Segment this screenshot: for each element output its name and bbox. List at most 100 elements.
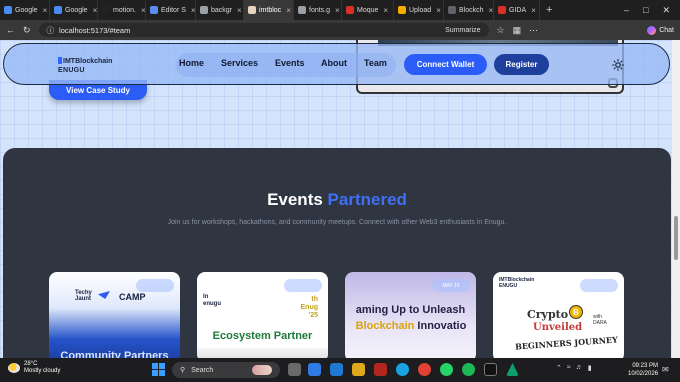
media-app-icon[interactable]: [374, 363, 387, 376]
connect-wallet-button[interactable]: Connect Wallet: [404, 54, 487, 75]
edge-icon[interactable]: [396, 363, 409, 376]
card-caption: Community Partners: [60, 350, 169, 358]
event-card-crypto-unveiled[interactable]: IMTBlockchain ENUGU Crypto B with DARA U…: [493, 272, 624, 358]
browser-tab[interactable]: Google ×: [50, 0, 98, 20]
site-logo[interactable]: IMTBlockchain ENUGU: [58, 57, 112, 75]
weather-widget[interactable]: 28°C Mostly cloudy: [8, 361, 60, 375]
sun-theme-icon[interactable]: [612, 59, 624, 71]
summarize-button[interactable]: Summarize: [445, 27, 480, 34]
browser-tab[interactable]: Blockch ×: [444, 0, 494, 20]
windows-start-icon[interactable]: [152, 363, 165, 376]
browser-tab[interactable]: Moque ×: [342, 0, 394, 20]
vscode-icon[interactable]: [330, 363, 343, 376]
tab-close-icon[interactable]: ×: [93, 6, 97, 15]
event-card-community-partners[interactable]: Techy Jaunt CAMP Community Partners: [49, 272, 180, 358]
address-bar: ← ↻ ⓘ localhost:5173/#team Summarize ☆ ▦…: [0, 20, 680, 40]
tab-close-icon[interactable]: ×: [436, 6, 441, 15]
tab-favicon-icon: [102, 6, 110, 14]
tab-close-icon[interactable]: ×: [191, 6, 195, 15]
tab-label: imtbloc: [259, 6, 282, 14]
plane-icon: [98, 291, 110, 299]
site-info-icon[interactable]: ⓘ: [47, 25, 55, 36]
browser-tab-bar: Google × Google × motion. × Editor S × backgr × im…: [0, 0, 680, 20]
more-icon[interactable]: ⋯: [529, 25, 538, 36]
chat-app-icon[interactable]: [308, 363, 321, 376]
task-view-icon[interactable]: [288, 363, 301, 376]
page-scrollbar[interactable]: [672, 40, 680, 358]
wifi-icon[interactable]: ≈: [567, 364, 571, 372]
battery-icon[interactable]: ▮: [588, 364, 592, 372]
browser-tab[interactable]: fonts.g ×: [294, 0, 342, 20]
spotify-icon[interactable]: [462, 363, 475, 376]
weather-cloud-icon: [8, 363, 20, 373]
url-field[interactable]: ⓘ localhost:5173/#team Summarize: [38, 23, 489, 37]
scrollbar-thumb[interactable]: [674, 216, 678, 260]
search-icon: ⚲: [180, 367, 186, 374]
tab-close-icon[interactable]: ×: [383, 6, 388, 15]
notification-bell-icon[interactable]: ✉: [662, 365, 669, 374]
browser-tab[interactable]: Upload ×: [394, 0, 444, 20]
tab-favicon-icon: [150, 6, 158, 14]
tab-close-icon[interactable]: ×: [489, 6, 493, 15]
taskbar-clock[interactable]: 09:23 PM 10/02/2026: [628, 362, 658, 378]
volume-icon[interactable]: ♬: [576, 364, 583, 372]
new-tab-icon[interactable]: +: [540, 4, 558, 16]
event-card-blockchain-innovation[interactable]: MAY 15 aming Up to Unleash Blockchain In…: [345, 272, 476, 358]
tab-favicon-icon: [346, 6, 354, 14]
tab-close-icon[interactable]: ×: [237, 6, 242, 15]
browser-tab[interactable]: Editor S ×: [146, 0, 196, 20]
tab-close-icon[interactable]: ×: [286, 6, 291, 15]
tab-favicon-icon: [298, 6, 306, 14]
tab-favicon-icon: [4, 6, 12, 14]
star-icon[interactable]: ☆: [497, 25, 505, 36]
date-badge: [284, 279, 322, 292]
site-navbar: IMTBlockchain ENUGU Home Services Events…: [3, 43, 670, 85]
nav-link-team[interactable]: Team: [364, 58, 387, 68]
chat-button[interactable]: Chat: [647, 25, 674, 35]
tab-label: Editor S: [161, 6, 186, 14]
triangle-app-icon[interactable]: [506, 363, 519, 376]
browser-tab[interactable]: backgr ×: [196, 0, 244, 20]
tab-close-icon[interactable]: ×: [43, 6, 48, 15]
tab-label: Upload: [409, 6, 432, 14]
tab-close-icon[interactable]: ×: [335, 6, 340, 15]
browser-tab[interactable]: motion. ×: [98, 0, 146, 20]
chrome-icon[interactable]: [418, 363, 431, 376]
taskbar-search[interactable]: ⚲ Search: [172, 362, 280, 378]
chevron-up-icon[interactable]: ⌃: [556, 364, 562, 372]
nav-link-about[interactable]: About: [321, 58, 347, 68]
maximize-icon[interactable]: □: [643, 5, 648, 16]
chat-label: Chat: [659, 26, 674, 34]
card-caption: Ecosystem Partner: [212, 330, 313, 342]
event-card-ecosystem-partner[interactable]: In enugu th Enug '25 Ecosystem Partner: [197, 272, 328, 358]
nav-link-home[interactable]: Home: [179, 58, 204, 68]
reload-icon[interactable]: ↻: [23, 25, 31, 36]
tab-label: GIDA: [509, 6, 527, 14]
tab-close-icon[interactable]: ×: [531, 6, 536, 15]
tab-label: motion.: [113, 6, 136, 14]
tab-favicon-icon: [398, 6, 406, 14]
logo-mark-icon: [58, 57, 62, 64]
extensions-icon[interactable]: ▦: [513, 25, 522, 36]
minimize-icon[interactable]: –: [624, 5, 629, 16]
copilot-icon: [647, 25, 657, 35]
browser-tab[interactable]: Google ×: [0, 0, 50, 20]
date-badge: MAY 15: [432, 279, 470, 292]
nav-link-services[interactable]: Services: [221, 58, 258, 68]
tab-close-icon[interactable]: ×: [141, 6, 145, 15]
system-tray: ⌃ ≈ ♬ ▮: [556, 364, 592, 372]
close-icon[interactable]: ✕: [662, 5, 670, 16]
events-heading: Events Partnered: [267, 190, 407, 209]
register-button[interactable]: Register: [494, 54, 549, 75]
browser-tab[interactable]: imtbloc ×: [244, 0, 294, 20]
nav-link-events[interactable]: Events: [275, 58, 305, 68]
file-explorer-icon[interactable]: [352, 363, 365, 376]
date-badge: [136, 279, 174, 292]
back-icon[interactable]: ←: [6, 25, 15, 35]
window-controls: – □ ✕: [624, 5, 680, 16]
tab-favicon-icon: [448, 6, 456, 14]
whatsapp-icon[interactable]: [440, 363, 453, 376]
browser-tab[interactable]: GIDA ×: [494, 0, 540, 20]
x-app-icon[interactable]: [484, 363, 497, 376]
url-text: localhost:5173/#team: [59, 25, 131, 35]
